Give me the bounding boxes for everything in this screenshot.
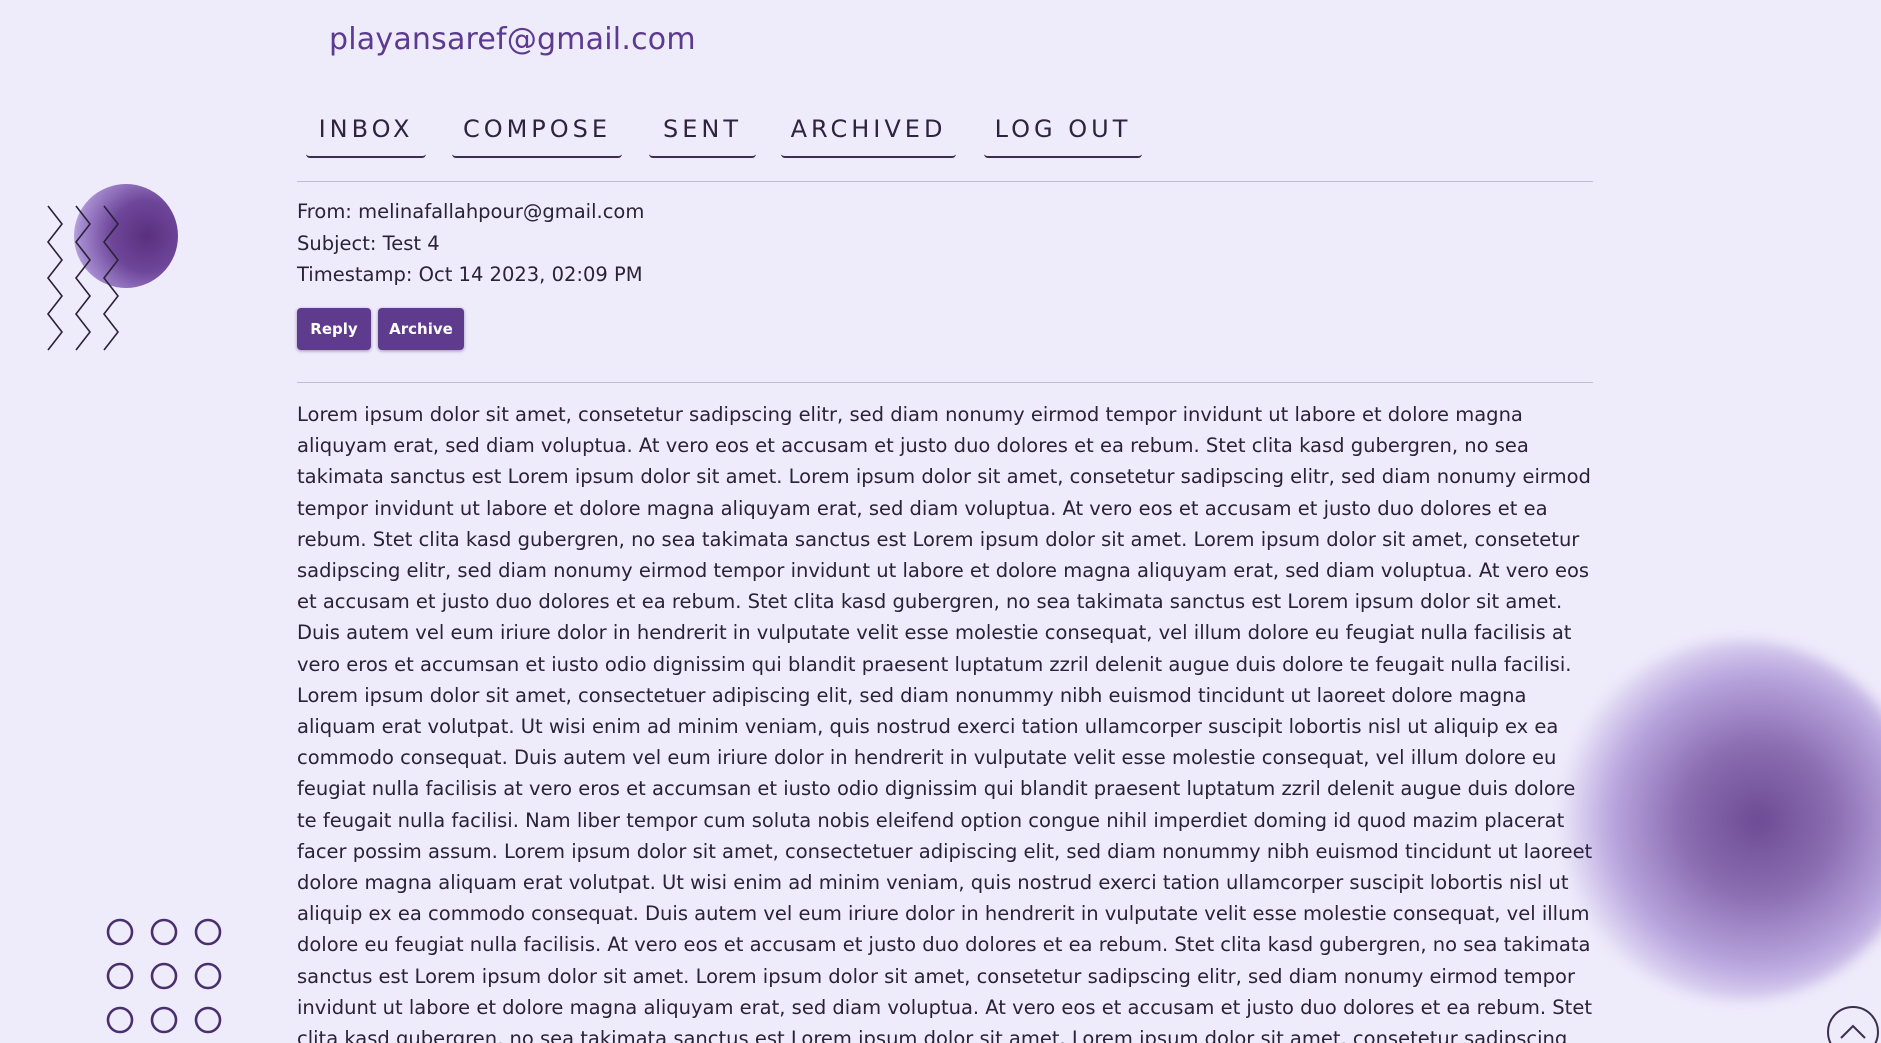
nav-compose[interactable]: COMPOSE	[452, 108, 622, 158]
decorative-blob-right	[1560, 640, 1881, 1000]
reply-button[interactable]: Reply	[297, 308, 371, 350]
zigzag-decoration	[46, 205, 120, 351]
divider-body	[297, 382, 1593, 383]
divider-top	[297, 181, 1593, 182]
message-timestamp: Timestamp: Oct 14 2023, 02:09 PM	[297, 263, 643, 286]
email-page: playansaref@gmail.com INBOX COMPOSE SENT…	[0, 0, 1881, 1043]
nav-logout[interactable]: LOG OUT	[984, 108, 1142, 158]
account-email: playansaref@gmail.com	[329, 22, 696, 57]
circles-decoration	[106, 918, 222, 1034]
nav-archived[interactable]: ARCHIVED	[781, 108, 956, 158]
message-from: From: melinafallahpour@gmail.com	[297, 200, 645, 223]
message-subject: Subject: Test 4	[297, 232, 440, 255]
nav-sent[interactable]: SENT	[649, 108, 756, 158]
archive-button[interactable]: Archive	[378, 308, 464, 350]
message-body: Lorem ipsum dolor sit amet, consetetur s…	[297, 403, 1593, 1043]
nav-inbox[interactable]: INBOX	[306, 108, 426, 158]
scroll-top-button[interactable]	[1827, 1006, 1879, 1043]
chevron-up-icon	[1840, 1024, 1866, 1039]
